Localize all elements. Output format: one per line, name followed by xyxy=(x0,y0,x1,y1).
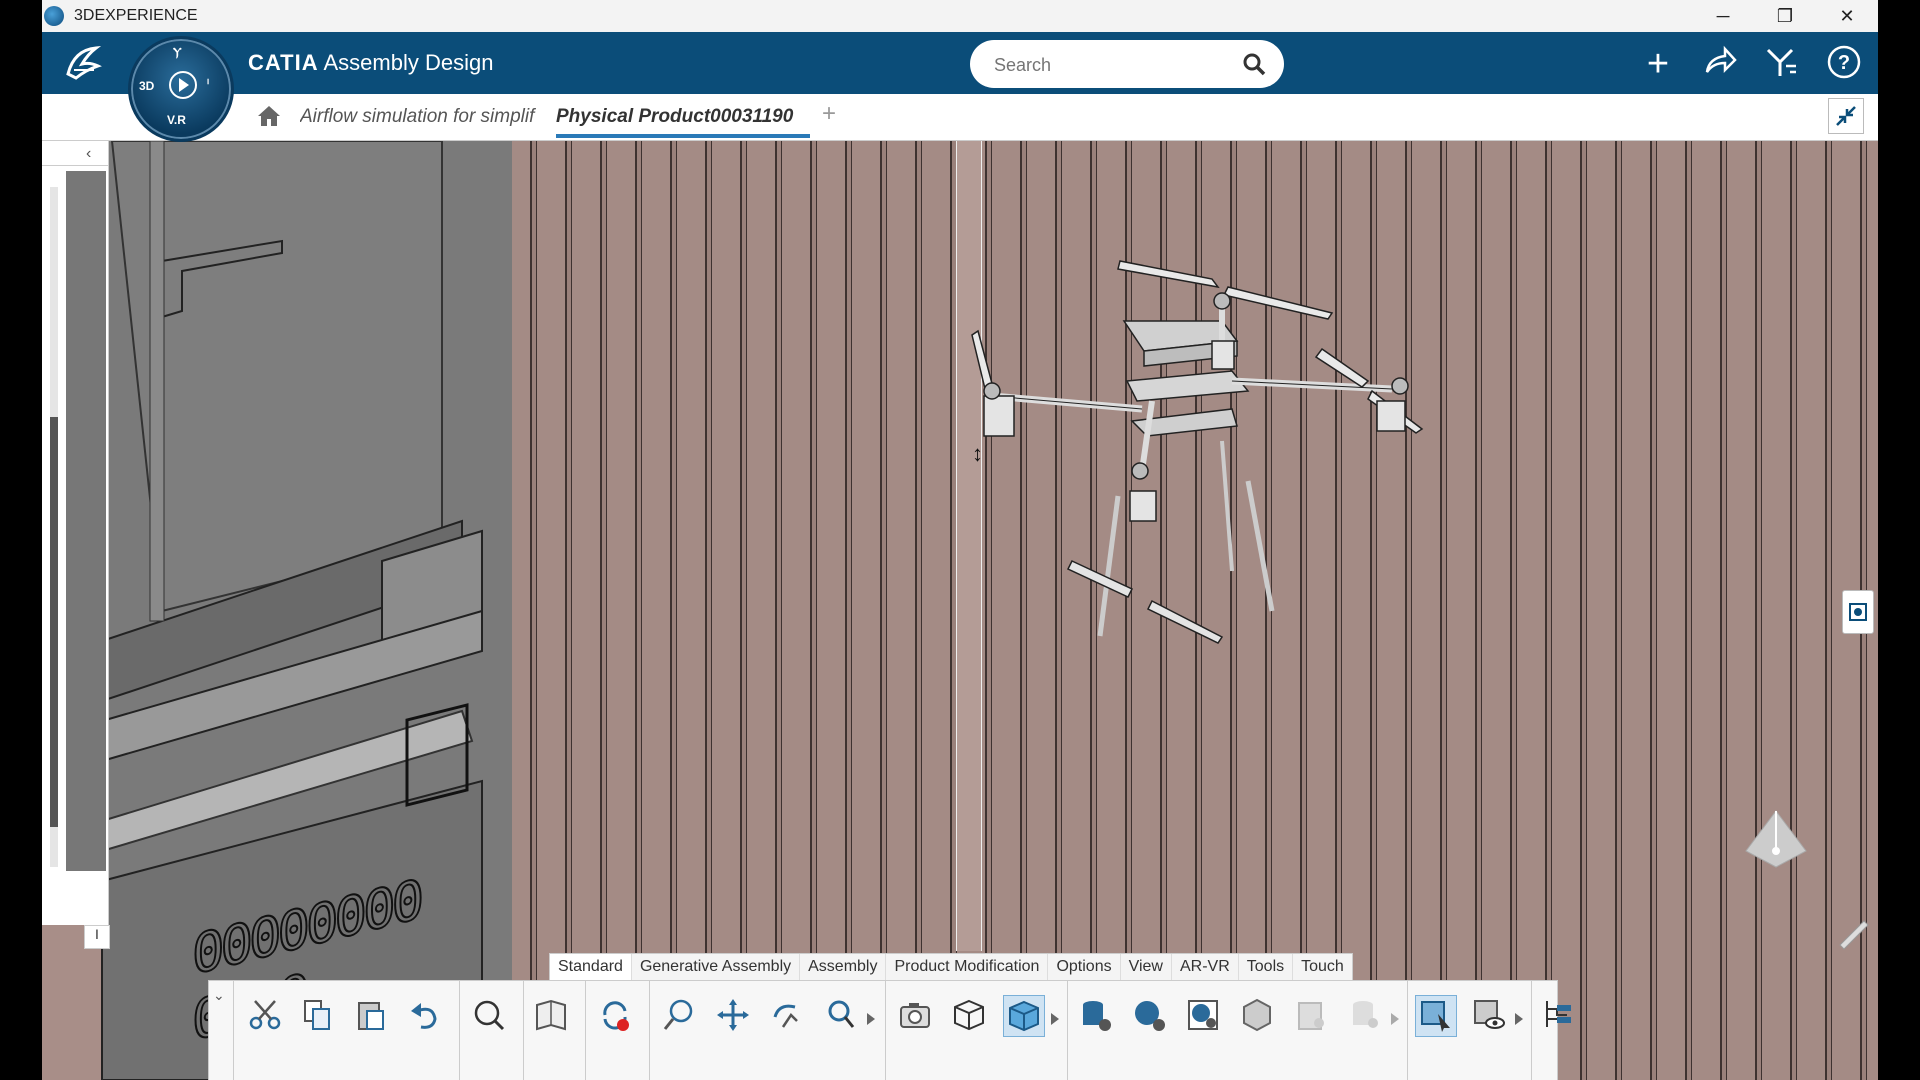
copy-icon[interactable] xyxy=(297,995,337,1035)
share-icon[interactable] xyxy=(1700,44,1740,84)
render-options-icon xyxy=(1849,603,1867,621)
zoom-fit-icon[interactable] xyxy=(659,995,699,1035)
home-icon[interactable] xyxy=(256,104,282,128)
resize-cursor-icon: ↕ xyxy=(972,441,983,466)
view-submenu-arrow-icon[interactable] xyxy=(867,1013,875,1025)
title-bar: 3DEXPERIENCE ─ ❐ ✕ xyxy=(42,0,1878,32)
panel-scrollbar[interactable] xyxy=(50,187,58,867)
tab-ar-vr[interactable]: AR-VR xyxy=(1172,954,1239,980)
restore-button[interactable]: ❐ xyxy=(1754,0,1816,32)
app-window: 3DEXPERIENCE ─ ❐ ✕ CATIA Assembly Design… xyxy=(42,0,1878,1080)
tree-structure-icon[interactable] xyxy=(1539,995,1579,1035)
cut-icon[interactable] xyxy=(245,995,285,1035)
active-tab-underline xyxy=(556,134,810,138)
pan-icon[interactable] xyxy=(713,995,753,1035)
help-glyph: ? xyxy=(1838,52,1850,74)
separator xyxy=(233,981,234,1080)
compass-quadrant-info-icon[interactable]: ⁱ xyxy=(207,77,209,91)
scene-settings-icon[interactable] xyxy=(1183,995,1223,1035)
tab-standard[interactable]: Standard xyxy=(550,954,632,980)
action-bar-expand-icon[interactable]: ⌄ xyxy=(213,987,225,1004)
close-button[interactable]: ✕ xyxy=(1816,0,1878,32)
global-settings-icon[interactable] xyxy=(1129,995,1169,1035)
hide-show-icon[interactable] xyxy=(1469,995,1509,1035)
tab-touch[interactable]: Touch xyxy=(1293,954,1352,980)
dassault-logo-icon[interactable] xyxy=(60,40,110,84)
update-error-icon[interactable] xyxy=(595,995,635,1035)
zoom-icon[interactable] xyxy=(823,995,863,1035)
left-letterbox xyxy=(0,0,42,1080)
separator xyxy=(885,981,886,1080)
compass-quadrant-social-icon[interactable]: Ⲩ xyxy=(173,45,182,60)
separator xyxy=(585,981,586,1080)
breadcrumb-tab[interactable]: Airflow simulation for simplif xyxy=(300,106,550,128)
search-box xyxy=(970,40,1284,88)
tab-tools[interactable]: Tools xyxy=(1239,954,1294,980)
tab-bar: Airflow simulation for simplif Physical … xyxy=(42,94,1878,141)
new-tab-button[interactable]: + xyxy=(822,100,836,128)
panel-collapse-arrow-icon[interactable]: ‹ xyxy=(86,145,91,163)
play-icon[interactable] xyxy=(169,71,197,99)
search-input[interactable] xyxy=(992,52,1216,78)
compass-widget[interactable]: 3D V.R Ⲩ ⁱ xyxy=(128,36,234,142)
tab-assembly[interactable]: Assembly xyxy=(800,954,887,980)
properties-book-icon[interactable] xyxy=(531,995,571,1035)
tab-view[interactable]: View xyxy=(1121,954,1172,980)
pen-tool-icon[interactable] xyxy=(1834,911,1874,951)
fullscreen-collapse-button[interactable] xyxy=(1828,98,1864,134)
app-title: CATIA Assembly Design xyxy=(248,50,493,76)
tab-generative-assembly[interactable]: Generative Assembly xyxy=(632,954,801,980)
panel-header-line xyxy=(42,165,108,166)
wireframe-view-icon[interactable] xyxy=(949,995,989,1035)
search-in-tree-icon[interactable] xyxy=(469,995,509,1035)
panel-scrollbar-thumb[interactable] xyxy=(50,417,58,827)
separator xyxy=(523,981,524,1080)
panel-footer-label[interactable]: I xyxy=(84,925,110,949)
visibility-submenu-arrow-icon[interactable] xyxy=(1515,1013,1523,1025)
compass-quadrant-3d[interactable]: 3D xyxy=(139,79,154,93)
add-icon[interactable]: + xyxy=(1638,44,1678,84)
window-title: 3DEXPERIENCE xyxy=(74,7,198,24)
separator xyxy=(1407,981,1408,1080)
tools-submenu-arrow-icon[interactable] xyxy=(1391,1013,1399,1025)
robot-compass-icon[interactable] xyxy=(1736,801,1816,881)
tab-product-modification[interactable]: Product Modification xyxy=(886,954,1049,980)
separator xyxy=(1531,981,1532,1080)
undo-icon[interactable] xyxy=(405,995,445,1035)
compass-quadrant-vr[interactable]: V.R xyxy=(167,113,186,127)
panel-tree-content xyxy=(66,171,106,871)
separator xyxy=(459,981,460,1080)
app-logo-icon xyxy=(44,6,64,26)
left-panel: ‹ + − xyxy=(42,141,109,925)
disabled-tool-1-icon[interactable] xyxy=(1291,995,1331,1035)
right-panel-toggle[interactable] xyxy=(1842,590,1874,634)
select-mode-icon[interactable] xyxy=(1415,995,1457,1037)
drone-model[interactable] xyxy=(932,241,1492,661)
render-submenu-arrow-icon[interactable] xyxy=(1051,1013,1059,1025)
action-bar-tabs: Standard Generative Assembly Assembly Pr… xyxy=(549,953,1353,980)
app-name: Assembly Design xyxy=(323,50,494,75)
top-app-bar: CATIA Assembly Design + ? xyxy=(42,32,1878,94)
action-bar: ⌄ xyxy=(208,980,1571,1080)
app-brand: CATIA xyxy=(248,50,319,75)
help-icon[interactable]: ? xyxy=(1824,44,1864,84)
3d-viewport[interactable]: 00000000 0010 xyxy=(42,141,1878,1080)
database-settings-icon[interactable] xyxy=(1075,995,1115,1035)
collapse-arrows-icon xyxy=(1836,106,1856,126)
search-icon[interactable] xyxy=(1242,52,1266,76)
tab-options[interactable]: Options xyxy=(1048,954,1121,980)
minimize-button[interactable]: ─ xyxy=(1692,0,1754,32)
paste-icon[interactable] xyxy=(351,995,391,1035)
capture-camera-icon[interactable] xyxy=(895,995,935,1035)
separator xyxy=(649,981,650,1080)
right-letterbox xyxy=(1878,0,1920,1080)
hexagon-part-icon[interactable] xyxy=(1237,995,1277,1035)
disabled-tool-2-icon[interactable] xyxy=(1345,995,1385,1035)
compass-toggle-icon[interactable] xyxy=(1762,44,1802,84)
rotate-icon[interactable] xyxy=(767,995,807,1035)
tab-physical-product[interactable]: Physical Product00031190 xyxy=(556,106,793,128)
shading-view-icon[interactable] xyxy=(1003,995,1045,1037)
separator xyxy=(1067,981,1068,1080)
